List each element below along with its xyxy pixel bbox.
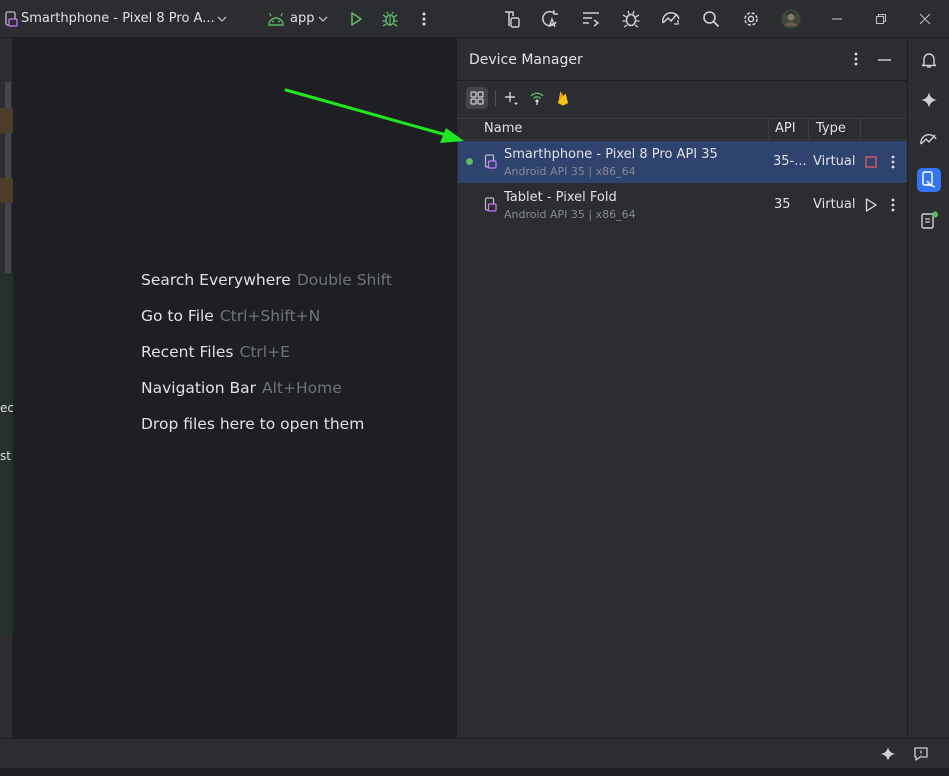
hint-navigation-bar: Navigation Bar Alt+Home	[141, 379, 342, 397]
column-separator[interactable]	[768, 119, 769, 139]
divider	[495, 90, 496, 106]
running-devices-icon[interactable]	[917, 208, 941, 232]
restore-icon[interactable]	[870, 8, 892, 30]
device-icon	[484, 154, 497, 169]
cut-text: ec	[0, 401, 14, 415]
device-manager-icon[interactable]	[917, 168, 941, 192]
add-device-icon[interactable]	[500, 87, 522, 109]
device-icon	[0, 8, 22, 30]
hint-label: Drop files here to open them	[141, 415, 365, 433]
more-icon[interactable]	[854, 52, 858, 66]
play-icon[interactable]	[865, 198, 877, 212]
close-icon[interactable]	[914, 8, 936, 30]
device-row[interactable]: Tablet - Pixel Fold Android API 35 | x86…	[458, 184, 907, 226]
translate-icon[interactable]	[540, 8, 562, 30]
column-name[interactable]: Name	[484, 121, 522, 136]
running-indicator	[466, 158, 473, 165]
device-api: 35	[774, 197, 791, 212]
panel-title: Device Manager	[469, 52, 583, 68]
run-icon[interactable]	[345, 8, 367, 30]
window-bottom-edge	[0, 768, 949, 776]
search-icon[interactable]	[700, 8, 722, 30]
cut-text: st	[0, 449, 11, 463]
hint-label: Recent Files	[141, 343, 234, 361]
column-type[interactable]: Type	[816, 121, 846, 136]
hint-label: Go to File	[141, 307, 214, 325]
more-icon[interactable]	[891, 198, 895, 212]
hint-shortcut: Double Shift	[296, 271, 392, 289]
debug-icon[interactable]	[379, 8, 401, 30]
device-name: Tablet - Pixel Fold	[504, 190, 617, 205]
annotation-arrow	[284, 88, 464, 143]
chevron-down-icon[interactable]	[211, 8, 233, 30]
device-details: Android API 35 | x86_64	[504, 208, 636, 221]
chevron-down-icon[interactable]	[312, 8, 334, 30]
hint-go-to-file: Go to File Ctrl+Shift+N	[141, 307, 320, 325]
profiler-icon[interactable]	[660, 8, 682, 30]
hint-label: Search Everywhere	[141, 271, 291, 289]
device-manager-panel: Device Manager Name API Type Smarthphone…	[456, 38, 908, 738]
bell-icon[interactable]	[917, 48, 941, 72]
column-api[interactable]: API	[775, 121, 796, 136]
left-tool-strip: ec st	[0, 38, 14, 738]
device-row[interactable]: Smarthphone - Pixel 8 Pro API 35 Android…	[458, 141, 907, 183]
right-tool-strip	[907, 38, 949, 738]
android-icon	[265, 8, 287, 30]
column-separator[interactable]	[808, 119, 809, 139]
sparkle-icon[interactable]	[917, 88, 941, 112]
highlight-marker	[0, 178, 13, 203]
hide-panel-icon[interactable]	[878, 59, 891, 61]
hint-shortcut: Alt+Home	[262, 379, 342, 397]
column-separator[interactable]	[860, 119, 861, 139]
device-type: Virtual	[813, 197, 856, 212]
device-api: 35-...	[773, 154, 807, 169]
hint-shortcut: Ctrl+E	[239, 343, 290, 361]
run-configuration[interactable]: app	[290, 11, 314, 26]
highlight-marker	[0, 108, 13, 133]
hint-search-everywhere: Search Everywhere Double Shift	[141, 271, 392, 289]
logcat-icon[interactable]	[580, 8, 602, 30]
profiler-icon[interactable]	[917, 128, 941, 152]
device-details: Android API 35 | x86_64	[504, 165, 636, 178]
more-icon[interactable]	[413, 8, 435, 30]
feedback-icon[interactable]	[913, 746, 929, 762]
app-inspection-icon[interactable]	[620, 8, 642, 30]
more-icon[interactable]	[891, 155, 895, 169]
device-table-header: Name API Type	[457, 118, 908, 140]
wifi-pairing-icon[interactable]	[526, 87, 548, 109]
gear-icon[interactable]	[740, 8, 762, 30]
hint-label: Navigation Bar	[141, 379, 257, 397]
divider	[457, 80, 908, 81]
avatar[interactable]	[780, 8, 802, 30]
sparkle-icon[interactable]	[880, 746, 896, 762]
device-selector[interactable]: Smarthphone - Pixel 8 Pro A...	[21, 11, 215, 26]
firebase-icon[interactable]	[552, 87, 574, 109]
device-type: Virtual	[813, 154, 856, 169]
minimize-icon[interactable]	[826, 8, 848, 30]
hint-drop-files: Drop files here to open them	[141, 415, 364, 433]
device-name: Smarthphone - Pixel 8 Pro API 35	[504, 147, 718, 162]
stop-icon[interactable]	[865, 156, 877, 168]
hint-shortcut: Ctrl+Shift+N	[219, 307, 321, 325]
device-icon	[484, 197, 497, 212]
main-toolbar: Smarthphone - Pixel 8 Pro A... app	[0, 0, 949, 38]
sync-project-icon[interactable]	[501, 8, 523, 30]
status-bar	[0, 738, 949, 768]
hint-recent-files: Recent Files Ctrl+E	[141, 343, 290, 361]
